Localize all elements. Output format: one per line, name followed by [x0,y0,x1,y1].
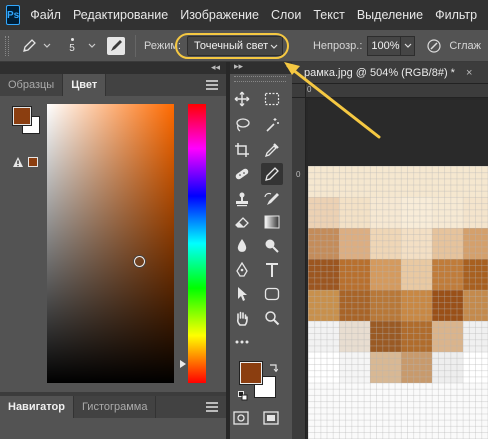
gamut-warning-swatch[interactable] [28,157,38,167]
crop-icon[interactable] [231,139,253,161]
canvas-pixel [308,100,488,166]
options-bar: 5 Режим: Точечный свет Непрозр.: 100% Сг… [0,30,488,62]
divider [135,34,136,57]
brush-size-value: 5 [69,42,75,54]
tab-color[interactable]: Цвет [63,74,107,96]
navigator-panel-tabs: Навигатор Гистограмма [0,396,226,418]
pencil-icon[interactable] [261,163,283,185]
options-grip[interactable] [5,35,9,56]
shape-icon[interactable] [261,283,283,305]
close-icon[interactable]: × [466,67,472,79]
eraser-icon[interactable] [231,211,253,233]
menu-layers[interactable]: Слои [271,8,301,22]
gamut-warning-icon[interactable] [12,156,24,168]
opacity-label: Непрозр.: [312,39,363,52]
blend-mode-select[interactable]: Точечный свет [186,35,283,56]
hue-slider[interactable] [188,104,206,383]
pen-icon[interactable] [231,259,253,281]
swap-colors-icon[interactable] [268,362,279,373]
chevron-down-icon[interactable] [87,41,97,51]
panel-collapse-bar[interactable]: ◂◂ [0,62,226,74]
pixel-grid [308,166,488,439]
blend-mode-value: Точечный свет [193,39,269,52]
photoshop-window: Ps Файл Редактирование Изображение Слои … [0,0,488,439]
tab-histogram[interactable]: Гистограмма [74,396,157,418]
saturation-brightness-field[interactable] [47,104,174,383]
tab-swatches[interactable]: Образцы [0,74,64,96]
brush-preview-dot [70,37,74,41]
tools-grip[interactable] [234,76,286,82]
menu-filter[interactable]: Фильтр [435,8,477,22]
marquee-icon[interactable] [261,88,283,110]
menu-bar: Ps Файл Редактирование Изображение Слои … [0,0,488,30]
tools-collapse-bar[interactable]: ▸▸ [230,61,292,74]
foreground-color-big-swatch[interactable] [239,361,263,385]
more-tools-icon[interactable] [231,331,253,353]
screen-mode-icon[interactable] [263,411,279,425]
panel-menu-icon[interactable] [206,402,218,414]
hue-slider-marker[interactable] [180,360,186,368]
path-select-icon[interactable] [231,283,253,305]
tool-preset-pencil-icon[interactable] [19,36,39,56]
chevron-down-icon[interactable] [42,41,52,51]
menu-edit[interactable]: Редактирование [73,8,168,22]
mode-label: Режим: [144,39,181,52]
color-panel-tabs: Образцы Цвет [0,74,226,96]
brush-settings-toggle-icon[interactable] [107,36,125,55]
panel-menu-icon[interactable] [206,80,218,92]
ruler-horizontal[interactable]: 0 [306,84,488,98]
foreground-color-swatch[interactable] [12,106,32,126]
gradient-icon[interactable] [261,211,283,233]
document-tab-label[interactable]: рамка.jpg @ 504% (RGB/8#) * [304,67,455,79]
color-picker-cursor[interactable] [134,256,145,267]
text-icon[interactable] [261,259,283,281]
move-icon[interactable] [231,88,253,110]
stamp-icon[interactable] [231,188,253,210]
pressure-opacity-icon[interactable] [425,37,443,55]
image-canvas[interactable] [308,100,488,439]
menu-select[interactable]: Выделение [357,8,423,22]
ruler-label: 0 [307,85,312,94]
opacity-input[interactable]: 100% [367,35,402,56]
collapse-arrows-icon[interactable]: ◂◂ [211,62,220,73]
ps-logo: Ps [6,5,21,25]
tab-navigator[interactable]: Навигатор [0,396,74,418]
navigator-panel-body [0,418,226,439]
zoom-icon[interactable] [261,307,283,329]
menu-file[interactable]: Файл [30,8,61,22]
smoothing-label: Сглаж [449,39,481,52]
hand-icon[interactable] [231,307,253,329]
menu-image[interactable]: Изображение [180,8,259,22]
healing-icon[interactable] [231,163,253,185]
opacity-dropdown-icon[interactable] [401,35,416,56]
ruler-origin[interactable] [292,84,306,98]
quick-mask-icon[interactable] [233,411,249,425]
chevron-down-icon [270,40,278,55]
history-brush-icon[interactable] [261,188,283,210]
expand-arrows-icon[interactable]: ▸▸ [234,61,243,72]
menu-text[interactable]: Текст [313,8,344,22]
blur-icon[interactable] [231,235,253,257]
lasso-icon[interactable] [231,114,253,136]
magic-wand-icon[interactable] [261,114,283,136]
brush-size-picker[interactable]: 5 [60,33,84,59]
ruler-vertical[interactable]: 0 [292,98,306,439]
ruler-label: 0 [296,170,301,179]
eyedropper-icon[interactable] [261,139,283,161]
dodge-icon[interactable] [261,235,283,257]
default-colors-icon[interactable] [238,390,248,401]
